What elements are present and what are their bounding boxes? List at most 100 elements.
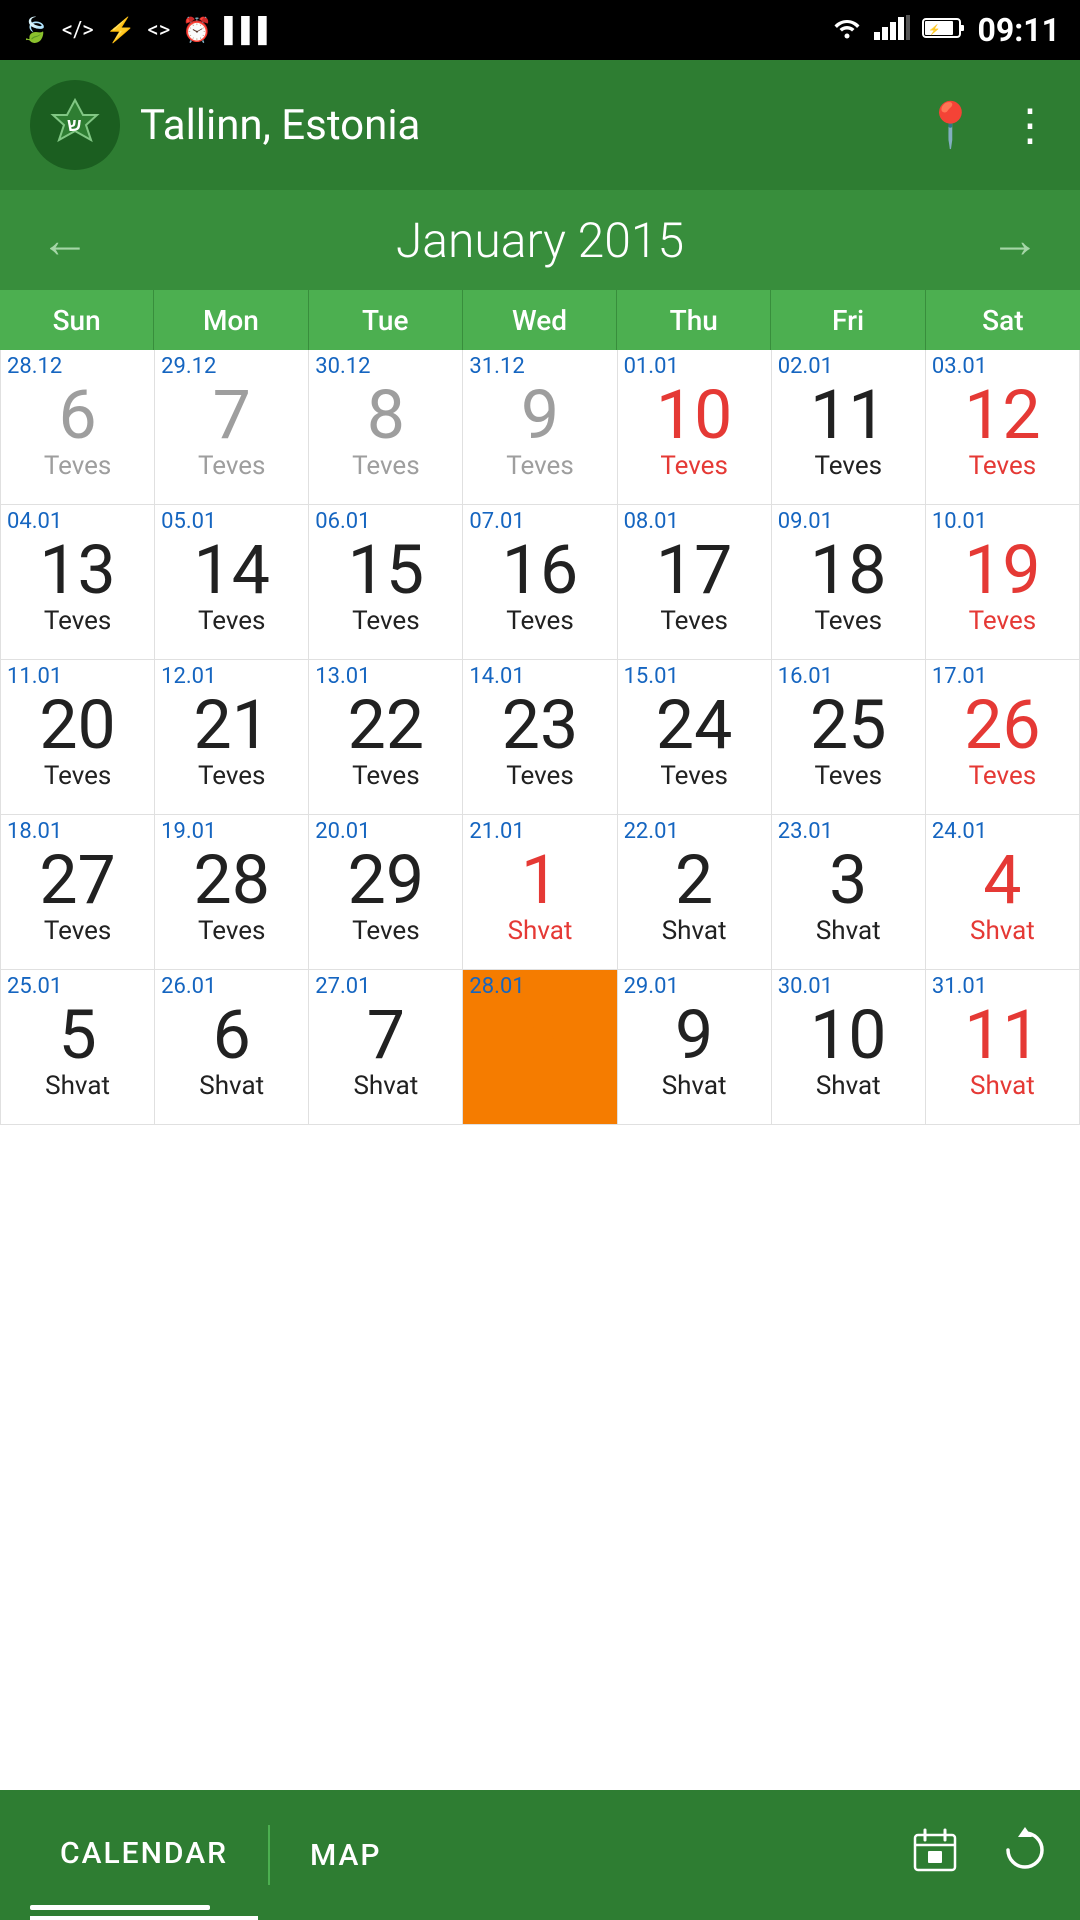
bottom-navigation: CALENDAR MAP [0, 1790, 1080, 1920]
tab-map[interactable]: MAP [280, 1790, 412, 1920]
calendar-day[interactable]: 31.129Teves [463, 350, 617, 505]
calendar-day[interactable]: 11.0120Teves [1, 660, 155, 815]
day-number: 16 [502, 536, 578, 604]
hebrew-month-label: Teves [198, 451, 266, 481]
refresh-icon[interactable] [1000, 1825, 1050, 1886]
calendar-day[interactable]: 04.0113Teves [1, 505, 155, 660]
day-number: 8 [521, 1001, 559, 1069]
day-number: 13 [39, 536, 115, 604]
calendar-day[interactable]: 02.0111Teves [772, 350, 926, 505]
gregorian-date-small: 24.01 [932, 819, 987, 844]
day-number: 15 [348, 536, 424, 604]
hebrew-month-label: Teves [506, 606, 574, 636]
calendar-day[interactable]: 12.0121Teves [155, 660, 309, 815]
hebrew-month-label: Teves [506, 451, 574, 481]
calendar-day[interactable]: 05.0114Teves [155, 505, 309, 660]
header-sun: Sun [0, 290, 154, 350]
calendar-day[interactable]: 29.127Teves [155, 350, 309, 505]
calendar-day[interactable]: 21.011Shvat [463, 815, 617, 970]
location-text: Tallinn, Estonia [140, 101, 923, 150]
next-month-button[interactable]: → [990, 211, 1040, 270]
calendar-day[interactable]: 08.0117Teves [618, 505, 772, 660]
calendar-today-icon[interactable] [910, 1825, 960, 1886]
calendar-day[interactable]: 31.0111Shvat [926, 970, 1080, 1125]
gregorian-date-small: 26.01 [161, 974, 216, 999]
calendar-day[interactable]: 06.0115Teves [309, 505, 463, 660]
gregorian-date-small: 28.12 [7, 354, 62, 379]
calendar-day[interactable]: 29.019Shvat [618, 970, 772, 1125]
calendar-day[interactable]: 20.0129Teves [309, 815, 463, 970]
calendar-day[interactable]: 18.0127Teves [1, 815, 155, 970]
svg-text:ש: ש [67, 115, 82, 136]
calendar-day[interactable]: 15.0124Teves [618, 660, 772, 815]
hebrew-month-label: Teves [815, 761, 883, 791]
month-year-title: January 2015 [396, 212, 684, 269]
day-number: 25 [810, 691, 886, 759]
calendar-day[interactable]: 10.0119Teves [926, 505, 1080, 660]
hebrew-month-label: Shvat [508, 916, 573, 946]
calendar-day[interactable]: 28.018Shvat [463, 970, 617, 1125]
tab-calendar[interactable]: CALENDAR [30, 1790, 258, 1920]
day-number: 12 [964, 381, 1040, 449]
calendar-day[interactable]: 25.015Shvat [1, 970, 155, 1125]
calendar-day[interactable]: 22.012Shvat [618, 815, 772, 970]
calendar-day[interactable]: 27.017Shvat [309, 970, 463, 1125]
hebrew-month-label: Teves [198, 761, 266, 791]
hebrew-month-label: Teves [352, 606, 420, 636]
hebrew-month-label: Shvat [353, 1071, 418, 1101]
prev-month-button[interactable]: ← [40, 211, 90, 270]
day-number: 6 [58, 381, 96, 449]
day-number: 24 [656, 691, 732, 759]
day-number: 17 [656, 536, 732, 604]
calendar-day[interactable]: 30.128Teves [309, 350, 463, 505]
day-number: 23 [502, 691, 578, 759]
day-number: 9 [521, 381, 559, 449]
hebrew-month-label: Teves [44, 606, 112, 636]
hebrew-month-label: Teves [506, 761, 574, 791]
calendar-day[interactable]: 07.0116Teves [463, 505, 617, 660]
day-number: 20 [39, 691, 115, 759]
calendar-day[interactable]: 13.0122Teves [309, 660, 463, 815]
calendar-day[interactable]: 14.0123Teves [463, 660, 617, 815]
hebrew-month-label: Teves [660, 451, 728, 481]
calendar-day[interactable]: 17.0126Teves [926, 660, 1080, 815]
location-pin-icon[interactable]: 📍 [923, 99, 978, 151]
calendar-day[interactable]: 30.0110Shvat [772, 970, 926, 1125]
hebrew-month-label: Teves [44, 761, 112, 791]
calendar-day[interactable]: 09.0118Teves [772, 505, 926, 660]
gregorian-date-small: 25.01 [7, 974, 62, 999]
hebrew-month-label: Shvat [970, 916, 1035, 946]
calendar-day[interactable]: 23.013Shvat [772, 815, 926, 970]
gregorian-date-small: 23.01 [778, 819, 833, 844]
day-number: 21 [193, 691, 269, 759]
gregorian-date-small: 22.01 [624, 819, 679, 844]
day-number: 28 [193, 846, 269, 914]
gregorian-date-small: 28.01 [469, 974, 524, 999]
calendar-day[interactable]: 01.0110Teves [618, 350, 772, 505]
barcode-icon: ▌▌▌ [224, 16, 275, 45]
hebrew-month-label: Shvat [508, 1071, 573, 1101]
wifi-icon [832, 14, 862, 47]
day-number: 2 [675, 846, 713, 914]
calendar-day[interactable]: 03.0112Teves [926, 350, 1080, 505]
calendar-area: Sun Mon Tue Wed Thu Fri Sat 28.126Teves2… [0, 290, 1080, 1125]
header-tue: Tue [309, 290, 463, 350]
gregorian-date-small: 29.12 [161, 354, 216, 379]
calendar-day[interactable]: 19.0128Teves [155, 815, 309, 970]
calendar-day[interactable]: 16.0125Teves [772, 660, 926, 815]
day-number: 7 [367, 1001, 405, 1069]
hebrew-month-label: Teves [815, 606, 883, 636]
active-tab-indicator [30, 1905, 210, 1910]
day-number: 9 [675, 1001, 713, 1069]
day-number: 1 [521, 846, 559, 914]
leaf-icon: 🍃 [20, 16, 50, 44]
day-number: 6 [213, 1001, 251, 1069]
hebrew-month-label: Shvat [662, 916, 727, 946]
app-header: ש Tallinn, Estonia 📍 ⋮ [0, 60, 1080, 190]
more-options-icon[interactable]: ⋮ [1008, 99, 1050, 151]
calendar-day[interactable]: 24.014Shvat [926, 815, 1080, 970]
day-number: 29 [348, 846, 424, 914]
calendar-day[interactable]: 28.126Teves [1, 350, 155, 505]
header-mon: Mon [154, 290, 308, 350]
calendar-day[interactable]: 26.016Shvat [155, 970, 309, 1125]
